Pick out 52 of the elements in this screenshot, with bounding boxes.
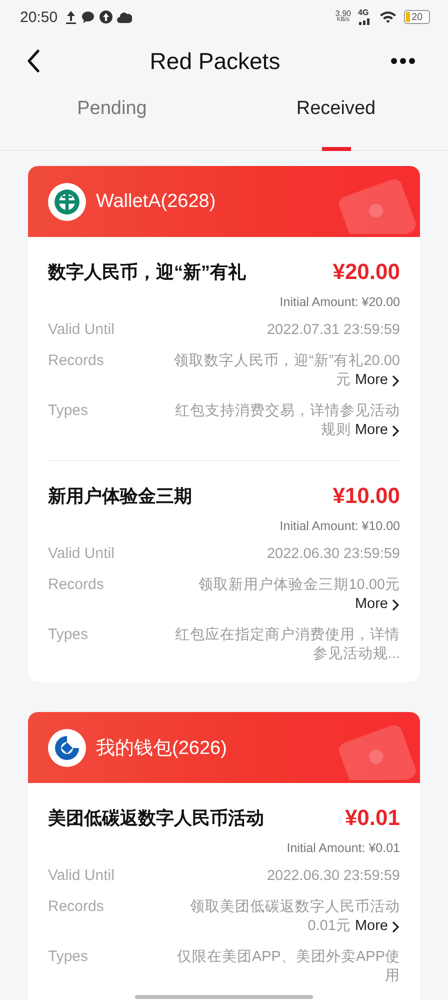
packet-title: 美团低碳返数字人民币活动: [48, 807, 264, 830]
more-link[interactable]: More: [354, 421, 400, 440]
bank-emblem-icon: [53, 188, 81, 216]
detail-label: Valid Until: [48, 321, 114, 338]
packet-amount: ¥20.00: [332, 259, 400, 285]
more-link[interactable]: More: [354, 595, 400, 614]
initial-amount: Initial Amount: ¥20.00: [280, 295, 400, 309]
more-link[interactable]: More: [354, 917, 400, 936]
packet-amount: ¥0.01: [344, 805, 400, 831]
chevron-icon: [391, 424, 400, 438]
wallet-name: 我的钱包(2626): [96, 736, 227, 760]
detail-label: Types: [48, 626, 88, 643]
chevron-icon: [391, 374, 400, 388]
detail-label: Types: [48, 402, 88, 419]
bank-emblem-icon: [53, 734, 81, 762]
detail-value: 领取数字人民币，迎“新”有礼20.00元 More: [173, 352, 400, 390]
network-speed: 3.90: [335, 10, 351, 17]
chevron-icon: [391, 920, 400, 934]
detail-value: 领取新用户体验金三期10.00元 More: [198, 576, 400, 614]
detail-label: Valid Until: [48, 545, 114, 562]
more-dots-icon: [390, 57, 416, 65]
battery-level: 20: [411, 12, 423, 22]
detail-value: 2022.06.30 23:59:59: [266, 545, 400, 564]
initial-amount: Initial Amount: ¥0.01: [286, 841, 400, 855]
packet-amount: ¥10.00: [332, 483, 400, 509]
detail-value: 红包支持消费交易，详情参见活动规则 More: [174, 402, 400, 440]
status-time: 20:50: [20, 8, 58, 26]
packet-title: 新用户体验金三期: [48, 485, 192, 508]
upload-icon: [64, 10, 77, 24]
detail-label: Types: [48, 948, 88, 965]
cloud-icon: [116, 10, 132, 24]
tab[interactable]: Pending: [0, 88, 224, 150]
detail-value: 2022.07.31 23:59:59: [266, 321, 400, 340]
network-type: 4G: [358, 9, 369, 17]
page-title: Red Packets: [150, 48, 280, 74]
chevron-icon: [391, 598, 400, 612]
detail-label: Records: [48, 898, 104, 915]
tab[interactable]: Received: [224, 88, 448, 150]
wallet-name: WalletA(2628): [96, 190, 216, 212]
packet-title: 数字人民币，迎“新”有礼: [48, 261, 246, 284]
initial-amount: Initial Amount: ¥10.00: [280, 519, 400, 533]
detail-value: 2022.06.30 23:59:59: [266, 867, 400, 886]
detail-label: Records: [48, 576, 104, 593]
detail-value: 仅限在美团APP、美团外卖APP使用: [176, 948, 400, 986]
detail-label: Valid Until: [48, 867, 114, 884]
detail-value: 红包应在指定商户消费使用，详情参见活动规...: [174, 626, 400, 664]
wifi-icon: [379, 10, 397, 24]
detail-value: 领取美团低碳返数字人民币活动0.01元 More: [189, 898, 400, 936]
signal-icon: [358, 17, 372, 25]
chat-bubble-icon: [80, 10, 95, 24]
more-link[interactable]: More: [354, 371, 400, 390]
detail-label: Records: [48, 352, 104, 369]
